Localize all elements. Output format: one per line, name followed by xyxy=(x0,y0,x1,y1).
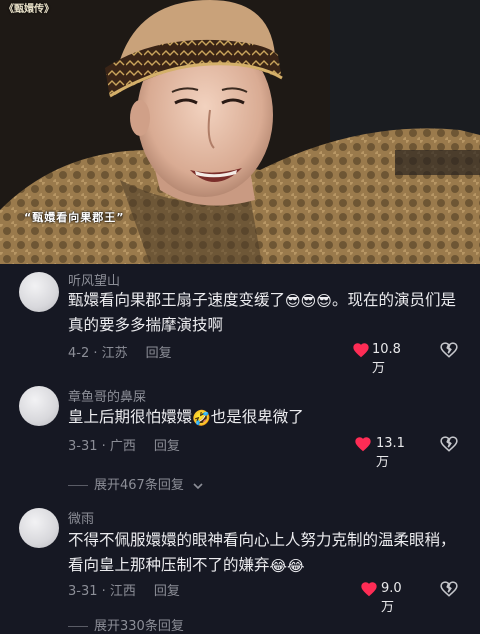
comment-username[interactable]: 章鱼哥的鼻屎 xyxy=(68,386,146,405)
video-caption: “甄嬛看向果郡王” xyxy=(24,211,125,224)
broken-heart-icon[interactable] xyxy=(440,580,458,598)
heart-filled-icon[interactable] xyxy=(354,436,372,452)
avatar[interactable] xyxy=(19,386,59,426)
cool-emoji-icon: 😎 xyxy=(285,292,301,310)
comment-item: 微雨 不得不佩服嬛嬛的眼神看向心上人努力克制的温柔眼稍，看向皇上那种压制不了的嫌… xyxy=(0,506,480,634)
expand-replies-button[interactable]: 展开467条回复 xyxy=(68,474,204,493)
comment-text-part: 不得不佩服嬛嬛的眼神看向心上人努力克制的温柔眼稍，看向皇上那种压制不了的嫌弃 xyxy=(68,531,456,574)
comment-date-location: 3-31 · 广西 xyxy=(68,439,136,454)
heart-filled-icon[interactable] xyxy=(360,581,378,597)
expand-replies-button[interactable]: 展开330条回复 xyxy=(68,615,184,634)
cool-emoji-icon: 😎 xyxy=(300,292,317,310)
rolling-laughing-emoji-icon: 🤣 xyxy=(192,409,211,427)
reply-button[interactable]: 回复 xyxy=(154,584,180,599)
comment-item: 听风望山 甄嬛看向果郡王扇子速度变缓了😎😎😎。现在的演员们是真的要多多揣摩演技啊… xyxy=(0,264,480,376)
heart-filled-icon[interactable] xyxy=(352,342,370,358)
comment-text: 不得不佩服嬛嬛的眼神看向心上人努力克制的温柔眼稍，看向皇上那种压制不了的嫌弃😂😂 xyxy=(68,528,468,578)
like-count: 13.1万 xyxy=(376,436,405,470)
comment-text-part: 也是很卑微了 xyxy=(210,408,304,426)
comment-meta: 3-31 · 广西 回复 xyxy=(68,435,180,454)
like-count: 9.0万 xyxy=(381,581,402,615)
video-watermark: 《甄嬛传》 xyxy=(4,4,54,15)
tears-of-joy-emoji-icon: 😂 xyxy=(269,557,288,575)
broken-heart-icon[interactable] xyxy=(440,435,458,453)
comment-date-location: 4-2 · 江苏 xyxy=(68,346,128,361)
expand-replies-label: 展开467条回复 xyxy=(94,478,184,493)
comment-text-part: 皇上后期很怕嬛嬛 xyxy=(68,408,193,426)
avatar[interactable] xyxy=(19,272,59,312)
comment-username[interactable]: 听风望山 xyxy=(68,270,120,289)
comment-item: 章鱼哥的鼻屎 皇上后期很怕嬛嬛🤣也是很卑微了 3-31 · 广西 回复 13.1万… xyxy=(0,384,480,494)
cool-emoji-icon: 😎 xyxy=(316,292,332,310)
divider-line xyxy=(68,485,88,486)
comment-text: 甄嬛看向果郡王扇子速度变缓了😎😎😎。现在的演员们是真的要多多揣摩演技啊 xyxy=(68,288,468,338)
comment-text-part: 甄嬛看向果郡王扇子速度变缓了 xyxy=(68,291,286,309)
reply-button[interactable]: 回复 xyxy=(146,346,172,361)
reply-button[interactable]: 回复 xyxy=(154,439,180,454)
comment-meta: 3-31 · 江西 回复 xyxy=(68,580,180,599)
comment-username[interactable]: 微雨 xyxy=(68,508,94,527)
comment-meta: 4-2 · 江苏 回复 xyxy=(68,342,172,361)
comment-text: 皇上后期很怕嬛嬛🤣也是很卑微了 xyxy=(68,405,468,430)
avatar[interactable] xyxy=(19,508,59,548)
tears-of-joy-emoji-icon: 😂 xyxy=(287,557,305,575)
like-count: 10.8万 xyxy=(372,342,401,376)
broken-heart-icon[interactable] xyxy=(440,341,458,359)
video-frame[interactable]: 《甄嬛传》 “甄嬛看向果郡王” xyxy=(0,0,480,264)
comment-date-location: 3-31 · 江西 xyxy=(68,584,136,599)
chevron-down-icon xyxy=(193,482,203,489)
